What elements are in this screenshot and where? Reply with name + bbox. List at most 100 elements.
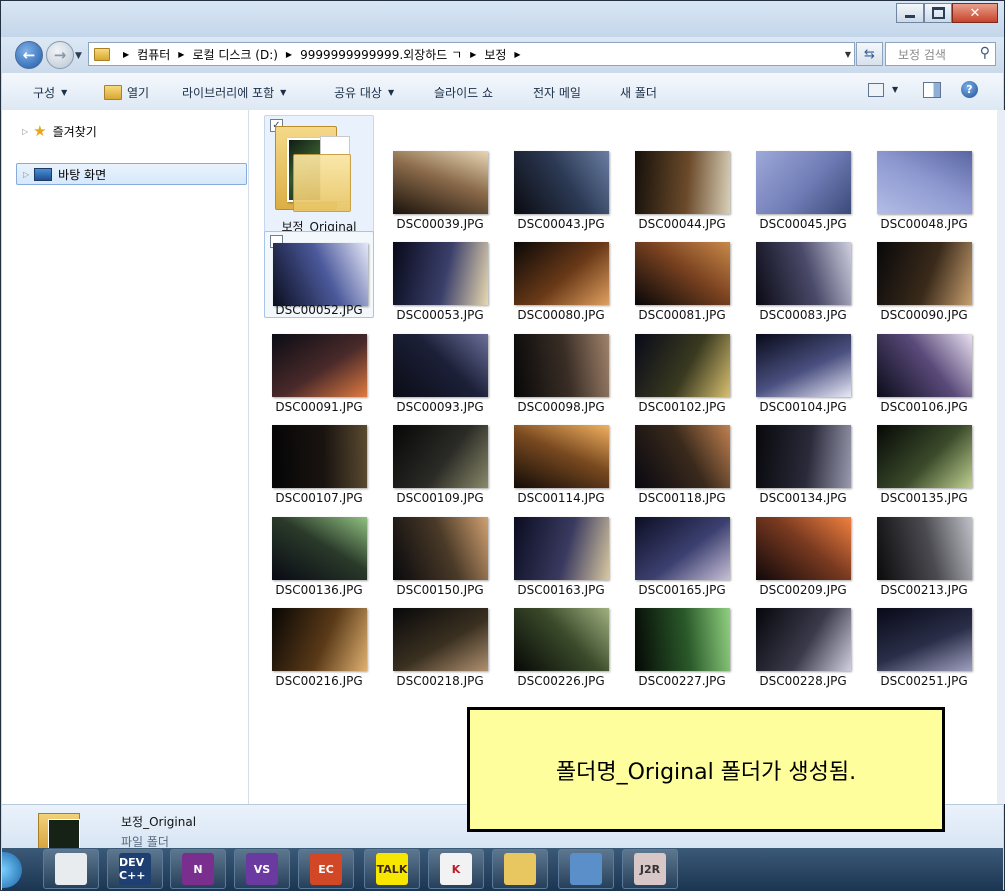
image-thumbnail — [514, 517, 609, 580]
image-file-item[interactable]: DSC00081.JPG — [632, 240, 732, 328]
image-thumbnail — [514, 425, 609, 488]
taskbar-visual-studio-button[interactable]: VS — [234, 849, 290, 889]
image-file-item[interactable]: DSC00091.JPG — [269, 332, 369, 420]
taskbar-kakaotalk-button[interactable]: TALK — [364, 849, 420, 889]
taskbar-powerpoint-button[interactable]: EC — [298, 849, 354, 889]
image-file-item[interactable]: DSC00136.JPG — [269, 515, 369, 603]
change-view-icon[interactable] — [868, 83, 884, 97]
image-file-item[interactable]: DSC00043.JPG — [511, 149, 611, 237]
image-file-item[interactable]: DSC00251.JPG — [874, 606, 974, 694]
image-file-item[interactable]: DSC00228.JPG — [753, 606, 853, 694]
taskbar-j2r-button[interactable]: J2R — [622, 849, 678, 889]
expand-icon[interactable]: ▷ — [22, 127, 28, 136]
open-button[interactable]: 열기 — [104, 84, 149, 101]
image-file-item[interactable]: DSC00218.JPG — [390, 606, 490, 694]
slideshow-button[interactable]: 슬라이드 쇼 — [434, 84, 493, 101]
image-file-item[interactable]: DSC00080.JPG — [511, 240, 611, 328]
file-name: DSC00045.JPG — [759, 217, 847, 231]
image-file-item[interactable]: DSC00107.JPG — [269, 423, 369, 511]
preview-pane-icon[interactable] — [923, 82, 941, 98]
image-file-item[interactable]: DSC00150.JPG — [390, 515, 490, 603]
taskbar: DEV C++ N VS EC TALK K J2R — [2, 848, 1003, 891]
file-name: DSC00053.JPG — [396, 308, 484, 322]
image-file-item[interactable]: DSC00102.JPG — [632, 332, 732, 420]
address-dropdown-icon[interactable]: ▼ — [845, 50, 851, 59]
file-name: DSC00039.JPG — [396, 217, 484, 231]
nav-item-desktop[interactable]: ▷ 바탕 화면 — [16, 163, 247, 185]
recent-pages-dropdown[interactable]: ▼ — [75, 51, 82, 61]
search-input[interactable]: 보정 검색 ⚲ — [885, 42, 996, 66]
chevron-right-icon[interactable]: ▶ — [470, 50, 476, 59]
taskbar-onenote-button[interactable]: N — [170, 849, 226, 889]
breadcrumb-external-drive[interactable]: 9999999999999.외장하드 ㄱ — [300, 46, 462, 63]
image-thumbnail — [635, 151, 730, 214]
search-icon[interactable]: ⚲ — [980, 45, 990, 61]
open-label: 열기 — [127, 86, 150, 100]
dropdown-arrow-icon: ▼ — [61, 88, 68, 97]
maximize-button[interactable] — [924, 3, 952, 23]
expand-icon[interactable]: ▷ — [23, 170, 29, 179]
image-file-item[interactable]: DSC00134.JPG — [753, 423, 853, 511]
breadcrumb-local-disk[interactable]: 로컬 디스크 (D:) — [192, 46, 277, 63]
image-file-item[interactable]: DSC00114.JPG — [511, 423, 611, 511]
taskbar-dev-cpp-button[interactable]: DEV C++ — [107, 849, 163, 889]
image-file-item[interactable]: DSC00135.JPG — [874, 423, 974, 511]
image-thumbnail — [393, 151, 488, 214]
file-name: DSC00048.JPG — [880, 217, 968, 231]
image-file-item[interactable]: DSC00106.JPG — [874, 332, 974, 420]
help-icon[interactable]: ? — [961, 81, 978, 98]
image-file-item[interactable]: DSC00048.JPG — [874, 149, 974, 237]
image-file-item[interactable]: DSC00216.JPG — [269, 606, 369, 694]
image-file-item[interactable]: DSC00209.JPG — [753, 515, 853, 603]
image-file-item[interactable]: DSC00045.JPG — [753, 149, 853, 237]
refresh-button[interactable]: ⇆ — [856, 42, 883, 66]
new-folder-button[interactable]: 새 폴더 — [620, 84, 657, 101]
chevron-right-icon[interactable]: ▶ — [286, 50, 292, 59]
image-file-item[interactable]: DSC00039.JPG — [390, 149, 490, 237]
include-in-library-menu[interactable]: 라이브러리에 포함 ▼ — [182, 84, 286, 101]
file-name: DSC00080.JPG — [517, 308, 605, 322]
image-thumbnail — [635, 425, 730, 488]
image-file-item[interactable]: DSC00227.JPG — [632, 606, 732, 694]
taskbar-file-explorer-button[interactable] — [492, 849, 548, 889]
image-file-item[interactable]: DSC00109.JPG — [390, 423, 490, 511]
breadcrumb-current-folder[interactable]: 보정 — [484, 46, 506, 63]
close-button[interactable]: ✕ — [952, 3, 998, 23]
image-file-item[interactable]: DSC00165.JPG — [632, 515, 732, 603]
email-button[interactable]: 전자 메일 — [533, 84, 581, 101]
annotation-callout: 폴더명_Original 폴더가 생성됨. — [467, 707, 945, 832]
image-file-item[interactable]: DSC00213.JPG — [874, 515, 974, 603]
taskbar-kaspersky-button[interactable]: K — [428, 849, 484, 889]
image-file-item[interactable]: DSC00163.JPG — [511, 515, 611, 603]
chevron-right-icon[interactable]: ▶ — [514, 50, 520, 59]
minimize-button[interactable] — [896, 3, 924, 23]
vertical-scrollbar[interactable] — [997, 110, 1005, 804]
image-file-item[interactable]: DSC00093.JPG — [390, 332, 490, 420]
image-file-item[interactable]: DSC00090.JPG — [874, 240, 974, 328]
back-arrow-icon: ← — [22, 45, 36, 64]
view-dropdown-icon[interactable]: ▼ — [892, 85, 898, 94]
forward-button[interactable]: → — [46, 41, 74, 69]
organize-menu[interactable]: 구성 ▼ — [33, 84, 67, 101]
share-with-menu[interactable]: 공유 대상 ▼ — [334, 84, 394, 101]
address-bar[interactable]: ▶ 컴퓨터 ▶ 로컬 디스크 (D:) ▶ 9999999999999.외장하드… — [88, 42, 855, 66]
image-file-item[interactable]: DSC00044.JPG — [632, 149, 732, 237]
image-thumbnail — [393, 242, 488, 305]
start-button[interactable] — [2, 852, 22, 888]
image-file-item[interactable]: DSC00083.JPG — [753, 240, 853, 328]
back-button[interactable]: ← — [15, 41, 43, 69]
chevron-right-icon[interactable]: ▶ — [178, 50, 184, 59]
taskbar-snipping-tool-button[interactable] — [43, 849, 99, 889]
image-file-item[interactable]: DSC00226.JPG — [511, 606, 611, 694]
breadcrumb-computer[interactable]: 컴퓨터 — [137, 46, 170, 63]
image-file-item[interactable]: DSC00104.JPG — [753, 332, 853, 420]
image-file-item[interactable]: DSC00118.JPG — [632, 423, 732, 511]
image-file-item[interactable]: DSC00052.JPG — [264, 231, 374, 318]
image-file-item[interactable]: DSC00098.JPG — [511, 332, 611, 420]
nav-item-favorites[interactable]: ▷ ★ 즐겨찾기 — [22, 122, 97, 140]
taskbar-photo-viewer-button[interactable] — [558, 849, 614, 889]
image-file-item[interactable]: DSC00053.JPG — [390, 240, 490, 328]
file-name: DSC00227.JPG — [638, 674, 726, 688]
folder-item[interactable]: ✓ 보정_Original — [264, 115, 374, 235]
chevron-right-icon[interactable]: ▶ — [123, 50, 129, 59]
